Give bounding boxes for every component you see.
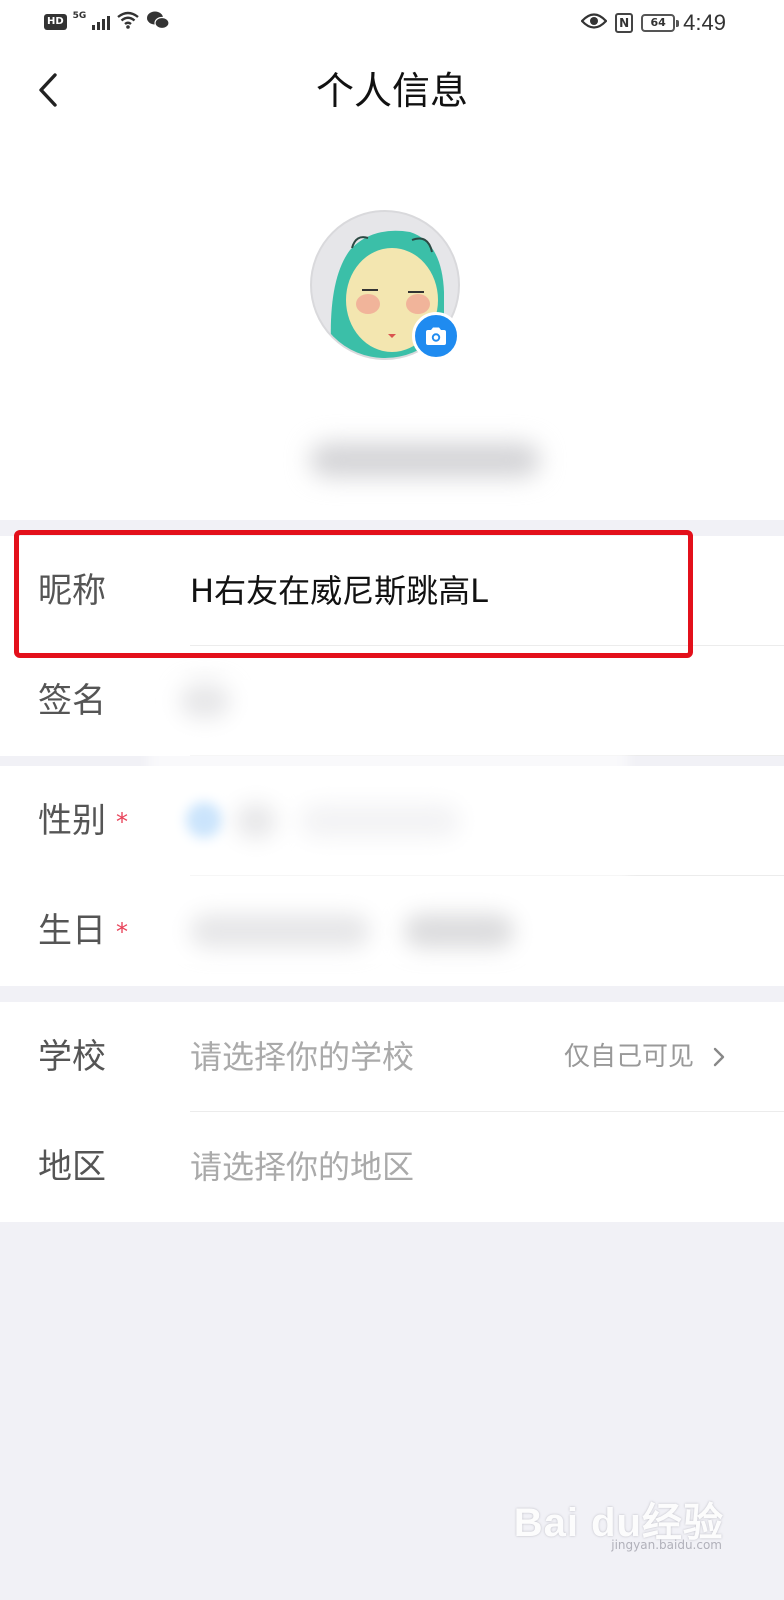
status-bar: HD 5G N 64 4:49	[0, 0, 784, 48]
watermark-url: jingyan.baidu.com	[611, 1538, 722, 1552]
nickname-value: H右友在威尼斯跳高L	[190, 572, 488, 610]
camera-icon	[426, 327, 446, 345]
blurred-username	[240, 410, 610, 510]
required-mark: *	[116, 808, 128, 836]
status-right: N 64 4:49	[580, 10, 726, 36]
page-title: 个人信息	[315, 69, 468, 113]
school-label: 学校	[38, 1037, 106, 1077]
wifi-icon	[116, 10, 140, 34]
signal-icon	[92, 14, 111, 30]
region-placeholder: 请选择你的地区	[190, 1148, 415, 1186]
region-label: 地区	[38, 1147, 106, 1187]
change-avatar-button[interactable]	[412, 312, 460, 360]
chevron-right-icon	[704, 1042, 734, 1072]
nfc-icon: N	[615, 13, 634, 33]
nickname-row[interactable]: 昵称 H右友在威尼斯跳高L	[0, 536, 784, 646]
region-row[interactable]: 地区 请选择你的地区	[0, 1112, 784, 1222]
eye-icon	[580, 12, 608, 34]
privacy-blur-overlay	[148, 672, 628, 972]
school-visibility-note: 仅自己可见	[563, 1042, 694, 1072]
required-mark: *	[116, 918, 128, 946]
hd-badge: HD	[44, 14, 67, 30]
gender-label: 性别	[38, 801, 106, 841]
clock: 4:49	[683, 10, 726, 35]
school-row[interactable]: 学校 请选择你的学校 仅自己可见	[0, 1002, 784, 1112]
wechat-icon	[146, 10, 170, 34]
network-type: 5G	[72, 10, 87, 21]
signature-label: 签名	[38, 681, 106, 721]
school-placeholder: 请选择你的学校	[190, 1038, 415, 1076]
battery-icon: 64	[641, 14, 680, 32]
status-left: HD 5G	[44, 10, 170, 34]
nickname-label: 昵称	[38, 571, 106, 611]
birthday-label: 生日	[38, 911, 106, 951]
